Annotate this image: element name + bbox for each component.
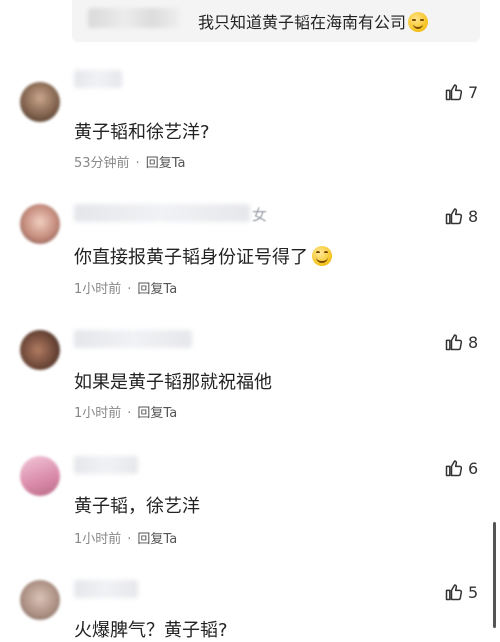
username-blurred[interactable]: [74, 70, 122, 88]
avatar[interactable]: [20, 82, 60, 122]
comment-text-wrap: 你直接报黄子韬身份证号得了: [74, 243, 332, 269]
comment-time: 53分钟前: [74, 156, 130, 171]
thumbs-up-icon: [445, 84, 463, 101]
avatar[interactable]: [20, 456, 60, 496]
reply-button[interactable]: 回复Ta: [137, 406, 177, 421]
like-button[interactable]: 8: [444, 206, 478, 226]
avatar[interactable]: [20, 580, 60, 620]
reply-button[interactable]: 回复Ta: [137, 532, 177, 547]
meta-separator: ·: [127, 282, 132, 297]
like-count: 5: [468, 582, 479, 602]
thumbs-up-icon: [445, 334, 463, 351]
comment-time: 1小时前: [74, 406, 122, 421]
meta-separator: ·: [135, 156, 140, 171]
reply-button[interactable]: 回复Ta: [146, 156, 186, 171]
like-count: 8: [468, 332, 479, 352]
comment-meta: 1小时前 · 回复Ta: [74, 402, 177, 421]
like-count: 7: [468, 82, 479, 102]
meta-separator: ·: [127, 406, 132, 421]
meta-separator: ·: [127, 532, 132, 547]
comment-text: 黄子韬，徐艺洋: [74, 496, 200, 517]
grinning-face-emoji-icon: [408, 12, 429, 32]
like-count: 6: [468, 458, 479, 478]
quoted-text-wrap: 我只知道黄子韬在海南有公司: [198, 9, 429, 33]
quoted-text: 我只知道黄子韬在海南有公司: [198, 13, 407, 32]
like-button[interactable]: 8: [444, 332, 478, 352]
like-button[interactable]: 5: [444, 582, 478, 602]
comment-text: 火爆脾气？黄子韬?: [74, 620, 228, 641]
comment-time: 1小时前: [74, 532, 122, 547]
thumbs-up-icon: [445, 460, 463, 477]
quoted-username-blurred: [88, 8, 180, 28]
username-blurred[interactable]: [74, 456, 138, 474]
username-blurred[interactable]: [74, 580, 138, 598]
grinning-squint-emoji-icon: [312, 246, 332, 266]
comment-meta: 53分钟前 · 回复Ta: [74, 152, 185, 171]
username-blurred[interactable]: [74, 204, 250, 222]
quoted-comment: 我只知道黄子韬在海南有公司: [72, 0, 480, 42]
comment-meta: 1小时前 · 回复Ta: [74, 278, 177, 297]
username-blurred[interactable]: [74, 330, 192, 348]
comment-time: 1小时前: [74, 282, 122, 297]
like-button[interactable]: 6: [444, 458, 478, 478]
avatar[interactable]: [20, 330, 60, 370]
username-tail: 女: [252, 206, 268, 224]
comment-text: 你直接报黄子韬身份证号得了: [74, 247, 308, 268]
reply-button[interactable]: 回复Ta: [137, 282, 177, 297]
comment-meta: 1小时前 · 回复Ta: [74, 528, 177, 547]
thumbs-up-icon: [445, 208, 463, 225]
avatar[interactable]: [20, 204, 60, 244]
scrollbar[interactable]: [493, 522, 496, 628]
like-count: 8: [468, 206, 479, 226]
thumbs-up-icon: [445, 584, 463, 601]
comment-text: 黄子韬和徐艺洋?: [74, 122, 210, 143]
like-button[interactable]: 7: [444, 82, 478, 102]
comment-text: 如果是黄子韬那就祝福他: [74, 372, 272, 393]
